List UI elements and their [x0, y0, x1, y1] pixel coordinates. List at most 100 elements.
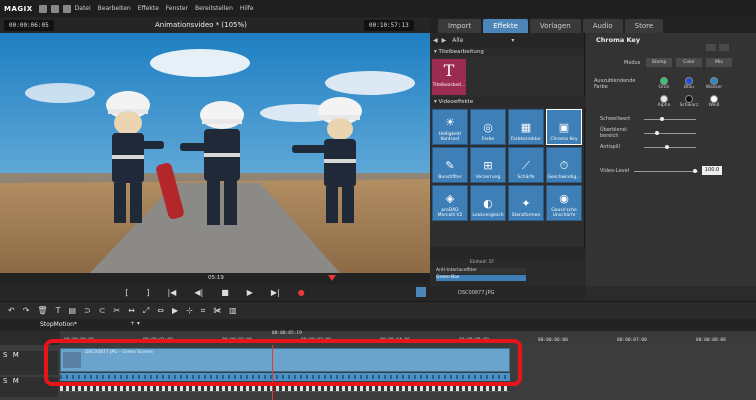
toolbar-tool-icon[interactable]: ↶: [8, 306, 15, 315]
effect-tile[interactable]: ⊞ Verzerrung: [470, 147, 506, 183]
current-timecode[interactable]: 00:00:06:05: [4, 20, 54, 31]
effect-item-antiinterlace[interactable]: Anti-Interlacefilter: [436, 268, 526, 274]
videolevel-input[interactable]: 100.0: [702, 166, 722, 175]
toolbar-tool-icon[interactable]: ↔: [128, 306, 135, 315]
modus-stamp[interactable]: Stamp: [646, 58, 672, 67]
toolbar-tool-icon[interactable]: ▶: [172, 306, 178, 315]
ueberblend-knob[interactable]: [655, 131, 659, 135]
menu-hilfe[interactable]: Hilfe: [240, 5, 254, 12]
prev-frame-button[interactable]: ◀|: [194, 288, 203, 297]
mark-out-button[interactable]: ]: [146, 288, 149, 297]
toolbar-tool-icon[interactable]: ▥: [229, 306, 237, 315]
effect-tile[interactable]: ▣ Chroma Key: [546, 109, 582, 145]
tab-vorlagen[interactable]: Vorlagen: [529, 19, 581, 33]
toolbar-tool-icon[interactable]: ↷: [23, 306, 30, 315]
toolbar-tool-icon[interactable]: ⊂: [99, 306, 106, 315]
stop-button[interactable]: ■: [221, 288, 229, 297]
fullscreen-icon[interactable]: [416, 287, 426, 297]
menu-bereitstellen[interactable]: Bereitstellen: [195, 5, 233, 12]
color-swatch[interactable]: Grün: [652, 77, 676, 90]
mute-button[interactable]: M: [13, 377, 19, 385]
color-swatch[interactable]: Wasser: [702, 77, 726, 90]
open-folder-icon[interactable]: [50, 4, 59, 13]
scrub-marker-icon[interactable]: [328, 275, 336, 281]
toolbar-tool-icon[interactable]: ⊹: [186, 306, 193, 315]
next-marker-button[interactable]: ▶|: [271, 288, 280, 297]
toolbar-tool-icon[interactable]: ✀: [213, 306, 221, 316]
preview-scrub-bar[interactable]: 05:19: [0, 273, 430, 284]
videolevel-label: Video-Level: [600, 168, 630, 174]
menu-fenster[interactable]: Fenster: [166, 5, 188, 12]
filter-label[interactable]: Alle: [452, 37, 463, 44]
menu-datei[interactable]: Datei: [75, 5, 91, 12]
solo-button[interactable]: S: [3, 377, 7, 385]
color-swatch[interactable]: Blau: [677, 77, 701, 90]
antispill-knob[interactable]: [665, 145, 670, 149]
toolbar-tool-icon[interactable]: T: [56, 306, 61, 315]
videolevel-slider[interactable]: [634, 169, 698, 173]
toolbar-tool-icon[interactable]: ▤: [68, 306, 76, 315]
effect-tile[interactable]: ✎ Bunstifiter: [432, 147, 468, 183]
video-preview[interactable]: [0, 33, 430, 273]
effect-tile[interactable]: ◈ proDAD Mercalli V2: [432, 185, 468, 221]
tab-effekte[interactable]: Effekte: [483, 19, 528, 33]
effect-tile-label: proDAD Mercalli V2: [437, 208, 463, 218]
forward-arrow-icon[interactable]: ▶: [442, 37, 447, 44]
tab-audio[interactable]: Audio: [582, 19, 623, 33]
toolbar-tool-icon[interactable]: ⤢: [143, 306, 149, 316]
reset-icon[interactable]: [706, 44, 716, 51]
effect-tile[interactable]: ⟋ Schärfe: [508, 147, 544, 183]
record-button[interactable]: ●: [298, 288, 305, 297]
toolbar-tool-icon[interactable]: 🗑: [37, 306, 47, 315]
effect-tile[interactable]: ◐ Lookvergleich: [470, 185, 506, 221]
prev-marker-button[interactable]: |◀: [167, 288, 176, 297]
section-titelbearbeitung[interactable]: ▾ Titelbearbeitung: [430, 47, 584, 57]
ruler-tick-label: 00:00:07:00: [617, 338, 647, 343]
effect-tile[interactable]: ✦ Stanzformen: [508, 185, 544, 221]
toolbar-tool-icon[interactable]: ⊃: [84, 306, 91, 315]
new-file-icon[interactable]: [38, 4, 47, 13]
effect-tile-label: Farbe: [481, 137, 495, 142]
schwellwert-knob[interactable]: [660, 117, 665, 121]
title-tile[interactable]: T Titelbearbeit...: [432, 59, 466, 95]
expand-icon[interactable]: [719, 44, 729, 51]
filter-dropdown-icon[interactable]: ▾: [511, 37, 514, 44]
effect-tile-icon: ◎: [483, 121, 493, 134]
effect-tile[interactable]: ◉ Gauss'sche Unschärfe: [546, 185, 582, 221]
tab-import[interactable]: Import: [438, 19, 482, 33]
mute-button[interactable]: M: [13, 351, 19, 359]
color-swatches: Grün Blau Wasser Alpha Schwarz Weiß: [652, 77, 732, 117]
tab-store[interactable]: Store: [624, 19, 664, 33]
menu-bearbeiten[interactable]: Bearbeiten: [98, 5, 131, 12]
toolbar-tool-icon[interactable]: ⌗: [201, 306, 206, 316]
videolevel-knob[interactable]: [692, 169, 697, 173]
antispill-slider[interactable]: [644, 145, 696, 149]
save-icon[interactable]: [62, 4, 71, 13]
solo-button[interactable]: S: [3, 351, 7, 359]
modus-mix[interactable]: Mix: [706, 58, 732, 67]
effect-tile-icon: ⏱: [559, 159, 569, 172]
ueberblend-slider[interactable]: [644, 131, 696, 135]
effect-tile[interactable]: ◎ Farbe: [470, 109, 506, 145]
color-swatch[interactable]: Alpha: [652, 95, 676, 108]
toolbar-tool-icon[interactable]: ✂: [113, 306, 120, 315]
ruler-tick-label: 00:00:08:00: [696, 338, 726, 343]
play-button[interactable]: ▶: [247, 288, 253, 297]
menu-effekte[interactable]: Effekte: [138, 5, 159, 12]
effect-tile[interactable]: ⏱ Geschwindig...: [546, 147, 582, 183]
effect-tile-label: Stanzformen: [511, 213, 541, 218]
add-tab-icon[interactable]: + ▾: [130, 320, 140, 327]
color-swatch[interactable]: Schwarz: [677, 95, 701, 108]
schwellwert-slider[interactable]: [644, 117, 696, 121]
effect-tile[interactable]: ☀ Helligkeit/ Kontrast: [432, 109, 468, 145]
toolbar-tool-icon[interactable]: ⇔: [157, 306, 164, 315]
section-videoeffekte[interactable]: ▾ Videoeffekte: [430, 97, 585, 107]
back-arrow-icon[interactable]: ◀: [433, 37, 438, 44]
modus-color[interactable]: Color: [676, 58, 702, 67]
effect-tile[interactable]: ▦ Farbkorrektur: [508, 109, 544, 145]
effects-scroll[interactable]: [430, 247, 585, 259]
mark-in-button[interactable]: [: [125, 288, 128, 297]
effect-item-greenbox[interactable]: Green-Box: [436, 275, 526, 281]
color-swatch[interactable]: Weiß: [702, 95, 726, 108]
project-tab[interactable]: StopMotion*: [40, 321, 77, 328]
